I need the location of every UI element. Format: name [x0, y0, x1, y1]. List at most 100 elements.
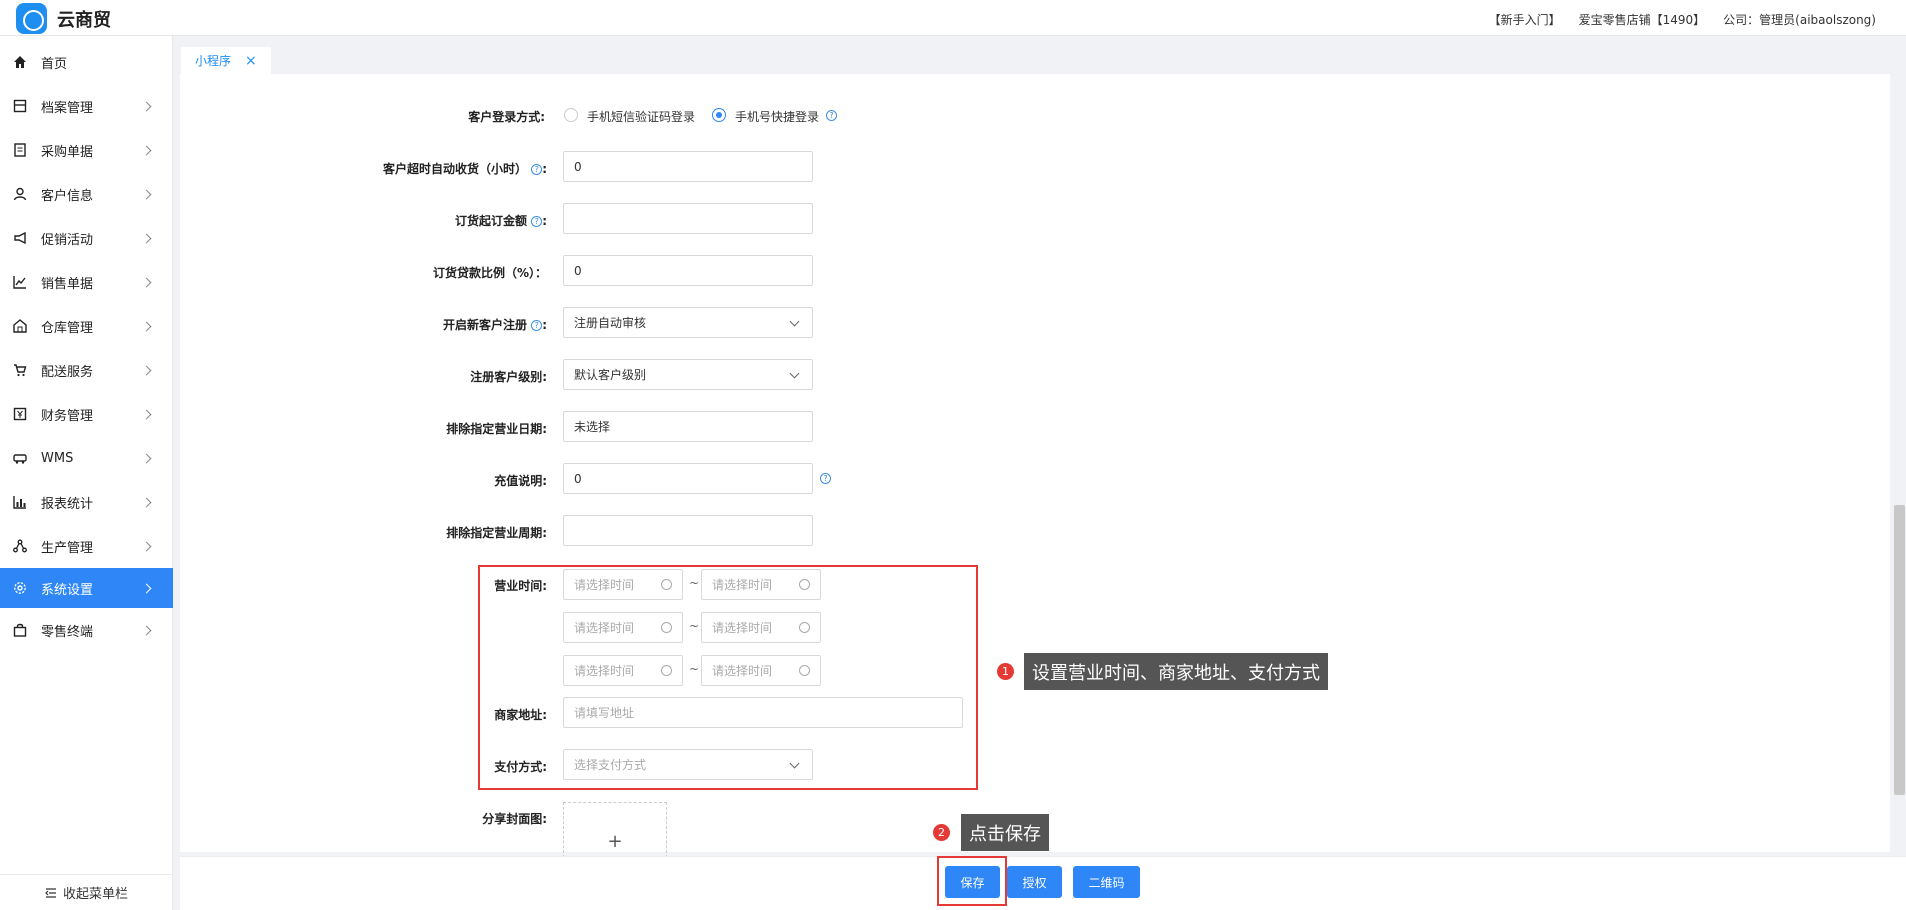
- chevron-right-icon: [141, 583, 152, 593]
- exclude-cycle-input[interactable]: [563, 515, 813, 546]
- sidebar-item-label: 销售单据: [41, 276, 94, 292]
- credit-ratio-input[interactable]: 0: [563, 255, 813, 286]
- qrcode-button[interactable]: 二维码: [1073, 866, 1140, 898]
- sidebar-item-label: WMS: [41, 450, 74, 466]
- chevron-right-icon: [141, 453, 152, 463]
- save-button[interactable]: 保存: [945, 866, 1000, 898]
- chevron-right-icon: [141, 625, 152, 635]
- upload-cover-button[interactable]: +: [563, 802, 667, 858]
- company-user[interactable]: 公司：管理员(aibaolszong): [1723, 11, 1876, 28]
- sidebar-item-promotions[interactable]: 促销活动: [0, 218, 173, 258]
- sidebar-item-retail-terminal[interactable]: 零售终端: [0, 610, 173, 650]
- step-number-badge: 1: [997, 663, 1014, 680]
- header-links: 【新手入门】 爱宝零售店铺【1490】 公司：管理员(aibaolszong): [1489, 11, 1876, 28]
- time-placeholder: 请选择时间: [712, 621, 773, 635]
- login-method-label: 客户登录方式:: [468, 110, 545, 124]
- sidebar-item-label: 配送服务: [41, 364, 94, 380]
- sidebar-item-home[interactable]: 首页: [0, 42, 173, 82]
- sidebar-item-label: 客户信息: [41, 188, 94, 204]
- recharge-input[interactable]: 0: [563, 463, 813, 494]
- business-hours-start-2[interactable]: 请选择时间: [563, 612, 683, 643]
- business-hours-start-1[interactable]: 请选择时间: [563, 569, 683, 600]
- min-order-input[interactable]: [563, 203, 813, 234]
- top-bar: 云商贸 【新手入门】 爱宝零售店铺【1490】 公司：管理员(aibaolszo…: [0, 0, 1906, 36]
- business-hours-end-1[interactable]: 请选择时间: [701, 569, 821, 600]
- sidebar-item-label: 仓库管理: [41, 320, 94, 336]
- callout-tooltip: 点击保存: [961, 814, 1049, 851]
- store-name[interactable]: 爱宝零售店铺【1490】: [1579, 11, 1706, 28]
- chevron-right-icon: [141, 409, 152, 419]
- app-title: 云商贸: [57, 10, 111, 31]
- sidebar-item-sales[interactable]: 销售单据: [0, 262, 173, 302]
- new-customer-label: 开启新客户注册 ?:: [442, 318, 547, 332]
- auto-receive-input[interactable]: 0: [563, 151, 813, 182]
- payment-select[interactable]: 选择支付方式: [563, 749, 813, 780]
- sidebar-item-wms[interactable]: WMS: [0, 438, 173, 478]
- business-hours-end-2[interactable]: 请选择时间: [701, 612, 821, 643]
- sidebar-item-label: 采购单据: [41, 144, 94, 160]
- sidebar-item-finance[interactable]: 财务管理: [0, 394, 173, 434]
- business-hours-start-3[interactable]: 请选择时间: [563, 655, 683, 686]
- customer-level-value: 默认客户级别: [574, 368, 647, 382]
- login-sms-radio[interactable]: [564, 108, 578, 122]
- step-number-badge: 2: [933, 824, 950, 841]
- help-icon[interactable]: ?: [531, 164, 543, 175]
- address-label: 商家地址:: [494, 708, 547, 722]
- callout-tooltip: 设置营业时间、商家地址、支付方式: [1024, 653, 1328, 690]
- cart-icon: [14, 364, 27, 377]
- warehouse-icon: [13, 319, 27, 333]
- chevron-right-icon: [141, 189, 152, 199]
- exclude-date-input[interactable]: 未选择: [563, 411, 813, 442]
- min-order-label: 订货起订金额 ?:: [454, 214, 547, 228]
- tab-label: 小程序: [195, 54, 232, 68]
- chevron-down-icon: [789, 758, 800, 769]
- close-icon[interactable]: ×: [245, 53, 257, 69]
- collapse-menu-button[interactable]: 收起菜单栏: [0, 874, 173, 910]
- chevron-right-icon: [141, 365, 152, 375]
- tab-mini-program[interactable]: 小程序 ×: [181, 47, 271, 74]
- truck-icon: [13, 454, 27, 464]
- collapse-icon: [45, 887, 56, 898]
- clock-icon: [799, 579, 810, 590]
- time-placeholder: 请选择时间: [574, 621, 635, 635]
- scrollbar-thumb[interactable]: [1894, 505, 1905, 795]
- yen-icon: [13, 407, 27, 421]
- help-icon[interactable]: ?: [531, 216, 543, 227]
- customer-level-select[interactable]: 默认客户级别: [563, 359, 813, 390]
- chevron-down-icon: [789, 368, 800, 379]
- bag-icon: [13, 623, 27, 637]
- chevron-right-icon: [141, 497, 152, 507]
- auto-receive-label: 客户超时自动收货（小时） ?:: [382, 162, 547, 176]
- megaphone-icon: [14, 231, 26, 245]
- business-hours-end-3[interactable]: 请选择时间: [701, 655, 821, 686]
- sidebar-item-system-settings[interactable]: 系统设置: [0, 568, 173, 608]
- sidebar-item-reports[interactable]: 报表统计: [0, 482, 173, 522]
- sidebar-item-customers[interactable]: 客户信息: [0, 174, 173, 214]
- sidebar-item-archive[interactable]: 档案管理: [0, 86, 173, 126]
- sidebar-item-label: 零售终端: [41, 624, 94, 640]
- sidebar-item-label: 生产管理: [41, 540, 94, 556]
- clock-icon: [799, 665, 810, 676]
- chevron-down-icon: [789, 316, 800, 327]
- sidebar-item-production[interactable]: 生产管理: [0, 526, 173, 566]
- archive-icon: [13, 99, 27, 113]
- beginner-guide-link[interactable]: 【新手入门】: [1489, 11, 1561, 28]
- help-icon[interactable]: ?: [820, 473, 831, 484]
- sidebar-item-purchase[interactable]: 采购单据: [0, 130, 173, 170]
- document-icon: [14, 143, 26, 157]
- address-input[interactable]: 请填写地址: [563, 697, 963, 728]
- login-quick-radio[interactable]: [712, 108, 726, 122]
- help-icon[interactable]: ?: [826, 110, 837, 121]
- sidebar-item-warehouse[interactable]: 仓库管理: [0, 306, 173, 346]
- customer-level-label: 注册客户级别:: [470, 370, 547, 384]
- sidebar-item-label: 系统设置: [41, 582, 94, 598]
- collapse-menu-label: 收起菜单栏: [62, 887, 128, 902]
- sidebar-item-delivery[interactable]: 配送服务: [0, 350, 173, 390]
- clock-icon: [661, 665, 672, 676]
- new-customer-select[interactable]: 注册自动审核: [563, 307, 813, 338]
- recharge-label: 充值说明:: [494, 474, 547, 488]
- app-logo: [16, 3, 47, 34]
- authorize-button[interactable]: 授权: [1007, 866, 1062, 898]
- help-icon[interactable]: ?: [531, 320, 543, 331]
- range-separator: ~: [689, 576, 700, 590]
